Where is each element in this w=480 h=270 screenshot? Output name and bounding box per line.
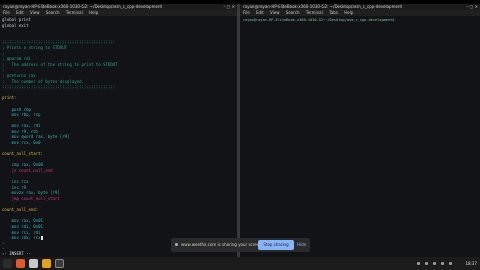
text-cursor [40, 236, 43, 241]
menu-help[interactable]: Help [89, 10, 98, 15]
share-message: www.weetha.com is sharing your screen. [181, 242, 264, 247]
menu-view[interactable]: View [30, 10, 40, 15]
right-terminal-window[interactable]: rayan@rayan-HP-EliteBook-x360-1030-G2: ~… [240, 4, 480, 257]
vim-mode-indicator: -- INSERT -- [2, 251, 31, 256]
window-controls-icon[interactable]: – ▢ ✕ [223, 4, 235, 10]
menu-edit[interactable]: Edit [16, 10, 24, 15]
right-menubar: File Edit View Search Terminal Tabs Help [240, 10, 480, 16]
stop-sharing-button[interactable]: Stop sharing [258, 240, 294, 250]
right-window-title: rayan@rayan-HP-EliteBook-x360-1030-G2: ~… [243, 4, 403, 9]
menu-file[interactable]: File [3, 10, 10, 15]
vim-editor-buffer[interactable]: global print global exit;;;;;;;;;;;;;;;;;… [0, 16, 237, 257]
hide-button[interactable]: Hide [297, 242, 306, 247]
shell-prompt: rayan@rayan-HP-EliteBook-x360-1030-G2:~/… [243, 18, 395, 22]
menu-edit[interactable]: Edit [256, 10, 264, 15]
volume-icon[interactable] [433, 262, 436, 265]
menu-terminal[interactable]: Terminal [66, 10, 83, 15]
clock: 18:37 [465, 261, 477, 266]
menu-search[interactable]: Search [46, 10, 60, 15]
left-terminal-window[interactable]: rayan@rayan-HP-EliteBook-x360-1030-G2: ~… [0, 4, 237, 257]
menu-help[interactable]: Help [344, 10, 353, 15]
window-controls-icon[interactable]: – ▢ ✕ [466, 4, 478, 10]
left-titlebar[interactable]: rayan@rayan-HP-EliteBook-x360-1030-G2: ~… [0, 4, 237, 10]
tray-icon[interactable] [417, 262, 420, 265]
sharing-indicator-icon [175, 243, 178, 246]
settings-icon[interactable] [449, 262, 452, 265]
chrome-icon[interactable] [42, 259, 51, 268]
menu-view[interactable]: View [270, 10, 280, 15]
battery-icon[interactable] [441, 262, 444, 265]
menu-tabs[interactable]: Tabs [329, 10, 338, 15]
menu-terminal[interactable]: Terminal [306, 10, 323, 15]
app-grid-icon[interactable] [3, 259, 12, 268]
menu-file[interactable]: File [243, 10, 250, 15]
files-icon[interactable] [29, 259, 38, 268]
taskbar: 18:37 [0, 257, 480, 270]
menu-search[interactable]: Search [286, 10, 300, 15]
network-icon[interactable] [425, 262, 428, 265]
firefox-icon[interactable] [16, 259, 25, 268]
right-titlebar[interactable]: rayan@rayan-HP-EliteBook-x360-1030-G2: ~… [240, 4, 480, 10]
left-window-title: rayan@rayan-HP-EliteBook-x360-1030-G2: ~… [3, 4, 163, 9]
terminal-icon[interactable] [55, 259, 64, 268]
screen-share-bar: www.weetha.com is sharing your screen. S… [171, 238, 310, 252]
